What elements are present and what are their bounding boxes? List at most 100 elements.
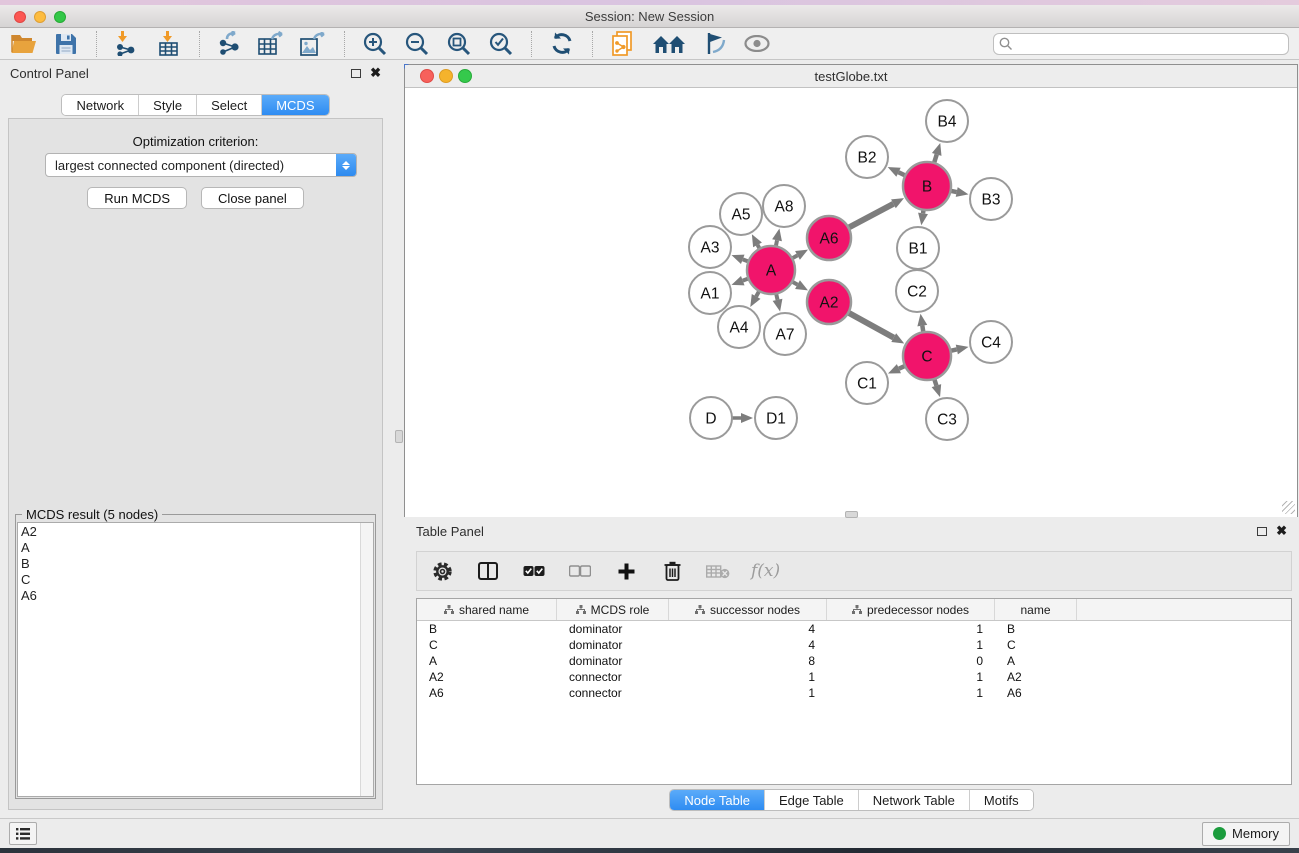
table-cell[interactable]: C [995, 638, 1077, 652]
close-network-window-button[interactable] [420, 69, 434, 83]
tab-network-table[interactable]: Network Table [859, 790, 970, 810]
table-cell[interactable]: 1 [669, 670, 827, 684]
table-cell[interactable]: 1 [827, 686, 995, 700]
graph-node-A6[interactable]: A6 [807, 216, 851, 260]
zoom-fit-icon[interactable] [445, 31, 473, 57]
graph-node-B[interactable]: B [903, 162, 951, 210]
table-cell[interactable]: dominator [557, 622, 669, 636]
mcds-result-item[interactable]: B [21, 556, 360, 572]
open-session-icon[interactable] [609, 31, 637, 57]
node-table[interactable]: shared nameMCDS rolesuccessor nodesprede… [416, 598, 1292, 785]
graph-node-A2[interactable]: A2 [807, 280, 851, 324]
zoom-network-window-button[interactable] [458, 69, 472, 83]
network-canvas[interactable]: AA1A2A3A4A5A6A7A8BB1B2B3B4CC1C2C3C4DD1 [405, 89, 1297, 517]
memory-button[interactable]: Memory [1202, 822, 1290, 846]
open-file-icon[interactable] [10, 31, 38, 57]
table-cell[interactable]: B [995, 622, 1077, 636]
tab-motifs[interactable]: Motifs [970, 790, 1033, 810]
column-header-predecessor-nodes[interactable]: predecessor nodes [827, 599, 995, 620]
graph-node-B3[interactable]: B3 [970, 178, 1012, 220]
export-network-icon[interactable] [216, 31, 244, 57]
run-mcds-button[interactable]: Run MCDS [87, 187, 187, 209]
graph-node-A5[interactable]: A5 [720, 193, 762, 235]
show-graphics-details-icon[interactable] [743, 31, 771, 57]
graph-node-A3[interactable]: A3 [689, 226, 731, 268]
table-cell[interactable]: A2 [417, 670, 557, 684]
table-row[interactable]: Bdominator41B [417, 621, 1291, 637]
table-cell[interactable]: B [417, 622, 557, 636]
mcds-result-item[interactable]: A6 [21, 588, 360, 604]
tab-mcds[interactable]: MCDS [262, 95, 328, 115]
float-table-panel-icon[interactable] [1257, 527, 1267, 536]
refresh-icon[interactable] [548, 31, 576, 57]
table-row[interactable]: A2connector11A2 [417, 669, 1291, 685]
close-panel-button[interactable]: Close panel [201, 187, 304, 209]
column-header-successor-nodes[interactable]: successor nodes [669, 599, 827, 620]
graph-node-A1[interactable]: A1 [689, 272, 731, 314]
graph-node-A8[interactable]: A8 [763, 185, 805, 227]
float-panel-icon[interactable] [351, 69, 361, 78]
graph-node-B2[interactable]: B2 [846, 136, 888, 178]
graph-node-A[interactable]: A [747, 246, 795, 294]
tab-node-table[interactable]: Node Table [670, 790, 765, 810]
task-history-button[interactable] [9, 822, 37, 845]
resize-grip-icon[interactable] [1282, 501, 1295, 514]
tab-network[interactable]: Network [62, 95, 139, 115]
table-cell[interactable]: 1 [827, 622, 995, 636]
tab-select[interactable]: Select [197, 95, 262, 115]
column-header-name[interactable]: name [995, 599, 1077, 620]
table-cell[interactable]: A [417, 654, 557, 668]
graph-node-D1[interactable]: D1 [755, 397, 797, 439]
mcds-result-item[interactable]: A2 [21, 524, 360, 540]
tab-edge-table[interactable]: Edge Table [765, 790, 859, 810]
zoom-out-icon[interactable] [403, 31, 431, 57]
table-cell[interactable]: 1 [827, 638, 995, 652]
close-table-panel-icon[interactable]: ✖ [1276, 526, 1287, 536]
mcds-result-list[interactable]: A2ABCA6 [18, 523, 360, 796]
zoom-window-button[interactable] [54, 11, 66, 23]
graph-node-B4[interactable]: B4 [926, 100, 968, 142]
zoom-in-icon[interactable] [361, 31, 389, 57]
select-all-icon[interactable] [521, 558, 547, 584]
table-cell[interactable]: dominator [557, 638, 669, 652]
graph-node-D[interactable]: D [690, 397, 732, 439]
graph-node-B1[interactable]: B1 [897, 227, 939, 269]
add-column-icon[interactable] [613, 558, 639, 584]
criterion-dropdown[interactable]: largest connected component (directed) [45, 153, 357, 177]
table-cell[interactable]: 4 [669, 622, 827, 636]
table-cell[interactable]: dominator [557, 654, 669, 668]
close-window-button[interactable] [14, 11, 26, 23]
gear-icon[interactable] [429, 558, 455, 584]
minimize-network-window-button[interactable] [439, 69, 453, 83]
import-table-icon[interactable] [155, 31, 183, 57]
graph-node-A4[interactable]: A4 [718, 306, 760, 348]
delete-column-icon[interactable] [659, 558, 685, 584]
table-cell[interactable]: connector [557, 686, 669, 700]
table-cell[interactable]: C [417, 638, 557, 652]
result-scrollbar[interactable] [360, 523, 373, 796]
show-columns-icon[interactable] [475, 558, 501, 584]
export-table-icon[interactable] [258, 31, 286, 57]
graph-node-A7[interactable]: A7 [764, 313, 806, 355]
mcds-result-item[interactable]: C [21, 572, 360, 588]
table-cell[interactable]: A6 [417, 686, 557, 700]
table-cell[interactable]: A6 [995, 686, 1077, 700]
graph-node-C2[interactable]: C2 [896, 270, 938, 312]
graph-node-C4[interactable]: C4 [970, 321, 1012, 363]
graph-node-C[interactable]: C [903, 332, 951, 380]
table-row[interactable]: A6connector11A6 [417, 685, 1291, 701]
mcds-result-item[interactable]: A [21, 540, 360, 556]
import-network-icon[interactable] [113, 31, 141, 57]
column-header-shared-name[interactable]: shared name [417, 599, 557, 620]
table-cell[interactable]: A2 [995, 670, 1077, 684]
save-session-icon[interactable] [52, 31, 80, 57]
split-divider-handle[interactable] [395, 430, 403, 443]
table-row[interactable]: Cdominator41C [417, 637, 1291, 653]
export-image-icon[interactable] [300, 31, 328, 57]
table-cell[interactable]: A [995, 654, 1077, 668]
table-cell[interactable]: 1 [827, 670, 995, 684]
search-input[interactable] [993, 33, 1289, 55]
tab-style[interactable]: Style [139, 95, 197, 115]
table-row[interactable]: Adominator80A [417, 653, 1291, 669]
home-icon[interactable] [651, 31, 687, 57]
